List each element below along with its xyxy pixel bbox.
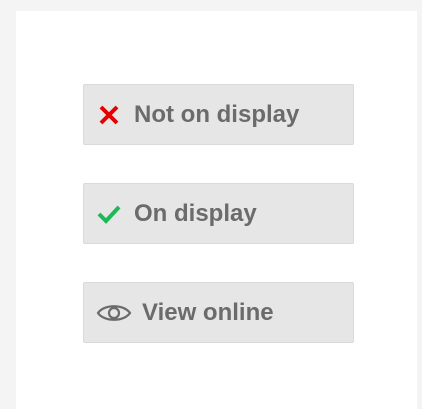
on-display-button[interactable]: On display [83, 183, 354, 244]
view-online-label: View online [142, 298, 274, 326]
eye-icon [96, 300, 132, 326]
not-on-display-label: Not on display [134, 100, 300, 128]
not-on-display-button[interactable]: Not on display [83, 84, 354, 145]
cross-icon [96, 102, 122, 128]
on-display-label: On display [134, 199, 257, 227]
checkmark-icon [96, 201, 122, 227]
view-online-button[interactable]: View online [83, 282, 354, 343]
